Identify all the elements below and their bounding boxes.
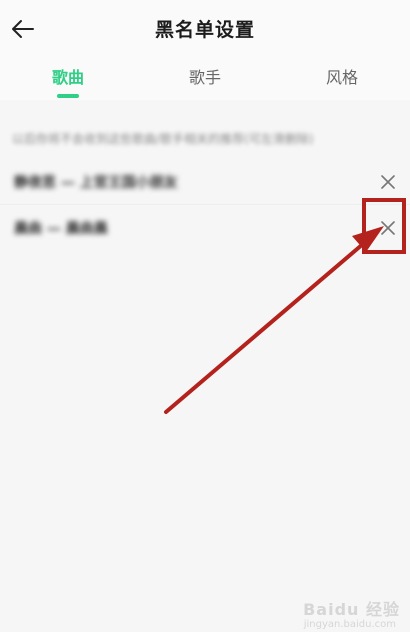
blacklist-item-title: 静夜思 — 上官王国小朋友: [14, 175, 178, 191]
arrow-left-icon: [12, 20, 34, 38]
watermark-url: jingyan.baidu.com: [303, 619, 396, 630]
close-icon: [381, 175, 395, 189]
tab-styles[interactable]: 风格: [307, 64, 377, 88]
tab-songs[interactable]: 歌曲: [33, 64, 103, 88]
back-button[interactable]: [8, 14, 38, 44]
blacklist-item-title: 晨曲 — 晨曲晨: [14, 221, 108, 237]
remove-item-button[interactable]: [376, 170, 400, 194]
list-item: 晨曲 — 晨曲晨: [0, 206, 410, 250]
row-divider: [0, 204, 410, 205]
active-tab-indicator: [57, 94, 79, 98]
page-title: 黑名单设置: [154, 19, 255, 41]
header: 黑名单设置 歌曲 歌手 风格: [0, 0, 410, 100]
tab-artists[interactable]: 歌手: [170, 64, 240, 88]
highlight-box: [362, 198, 406, 254]
list-item: 静夜思 — 上官王国小朋友: [0, 160, 410, 204]
watermark: Baidu 经验: [303, 600, 400, 619]
hint-text: 以后你将不会收到这些歌曲/歌手相关的推荐(可左滑删除): [12, 132, 314, 146]
